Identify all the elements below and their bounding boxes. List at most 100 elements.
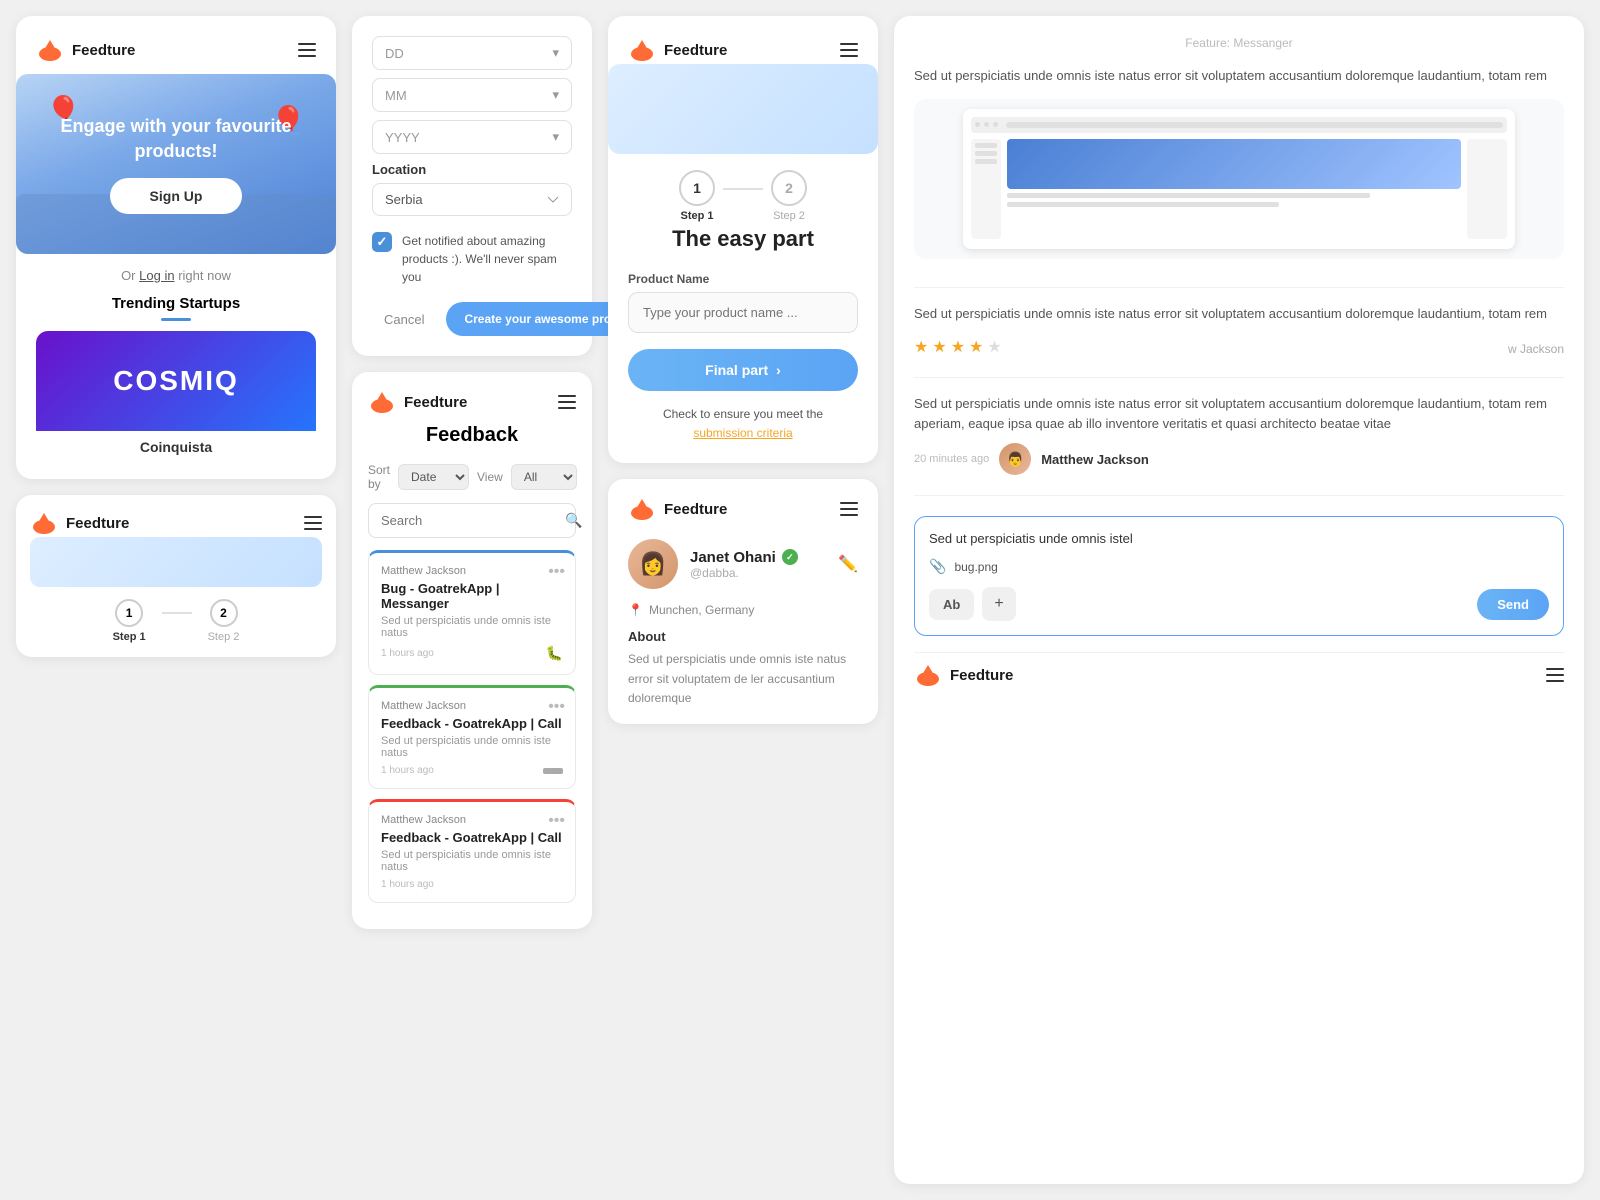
mm-dropdown[interactable]: MM ▾ — [372, 78, 572, 112]
mock-browser — [963, 109, 1516, 249]
sort-select[interactable]: Date Name — [398, 464, 469, 490]
more-dots-3[interactable]: ••• — [548, 812, 565, 830]
login-prompt: Or Log in right now — [36, 268, 316, 283]
view-label: View — [477, 470, 503, 484]
step-banner — [608, 64, 878, 154]
location-select[interactable]: Serbia Germany France — [372, 183, 572, 216]
profile-logo: Feedture — [628, 495, 858, 523]
location-pin-icon: 📍 — [628, 603, 643, 617]
step-logo: Feedture — [628, 36, 858, 64]
filter-row: Sort by Date Name View All Bugs — [368, 463, 576, 491]
feedback-menu-button[interactable] — [558, 395, 576, 409]
reviewer-name-3: Matthew Jackson — [1041, 452, 1149, 467]
feedback-desc-1: Sed ut perspiciatis unde omnis iste natu… — [381, 615, 563, 639]
ab-button[interactable]: Ab — [929, 589, 974, 620]
footer-logo-text: Feedture — [950, 667, 1013, 684]
cancel-button[interactable]: Cancel — [372, 304, 436, 335]
profile-menu-button[interactable] — [840, 502, 858, 516]
form-card: DD ▾ MM ▾ YYYY ▾ Location Serbia Germany… — [352, 16, 592, 356]
search-input[interactable] — [381, 513, 557, 528]
about-text: Sed ut perspiciatis unde omnis iste natu… — [628, 650, 858, 708]
dd-dropdown[interactable]: DD ▾ — [372, 36, 572, 70]
feedback-author-3: Matthew Jackson — [381, 814, 563, 826]
edit-icon[interactable]: ✏️ — [838, 554, 858, 574]
send-button[interactable]: Send — [1477, 589, 1549, 620]
feedback-meta-1: 1 hours ago 🐛 — [381, 645, 563, 662]
review-3-text: Sed ut perspiciatis unde omnis iste natu… — [914, 394, 1564, 436]
view-select[interactable]: All Bugs — [511, 464, 577, 490]
easy-part-heading: The easy part — [628, 226, 858, 252]
mini-step-label-2: Step 2 — [208, 631, 240, 643]
notification-text: Get notified about amazing products :). … — [402, 232, 572, 286]
mini-step-circle-2: 2 — [210, 599, 238, 627]
step-2-label: Step 2 — [771, 210, 807, 222]
search-icon: 🔍 — [565, 512, 582, 529]
chat-attachment: 📎 bug.png — [929, 558, 1549, 575]
mini-menu-button[interactable] — [304, 516, 322, 530]
reviewer-avatar-3: 👨 — [999, 443, 1031, 475]
notification-checkbox[interactable] — [372, 232, 392, 252]
notification-checkbox-row: Get notified about amazing products :). … — [372, 232, 572, 286]
profile-top: 👩 Janet Ohani ✓ @dabba. ✏️ — [628, 539, 858, 589]
startup-card[interactable]: COSMIQ Coinquista — [36, 331, 316, 459]
signup-button[interactable]: Sign Up — [110, 178, 243, 214]
feedback-item-1[interactable]: ••• Matthew Jackson Bug - GoatrekApp | M… — [368, 550, 576, 675]
more-dots-2[interactable]: ••• — [548, 698, 565, 716]
hero-headline: Engage with your favourite products! — [16, 114, 336, 164]
yyyy-dropdown[interactable]: YYYY ▾ — [372, 120, 572, 154]
footer-logo: Feedture — [914, 661, 1013, 689]
reviewer-name-2: w Jackson — [1508, 342, 1564, 356]
review-image — [914, 99, 1564, 259]
feedback-card: Feedture Feedback Sort by Date Name View… — [352, 372, 592, 929]
feedback-meta-3: 1 hours ago — [381, 879, 563, 890]
profile-handle: @dabba. — [690, 566, 838, 580]
profile-info: Janet Ohani ✓ @dabba. — [690, 549, 838, 580]
feedback-title-3: Feedback - GoatrekApp | Call — [381, 830, 563, 845]
review-3-time: 20 minutes ago — [914, 453, 989, 465]
step-logo-icon — [628, 36, 656, 64]
trending-title: Trending Startups — [36, 295, 316, 312]
step-connector — [723, 188, 763, 190]
search-bar[interactable]: 🔍 — [368, 503, 576, 538]
feedback-item-3[interactable]: ••• Matthew Jackson Feedback - GoatrekAp… — [368, 799, 576, 903]
mini-step-1: 1 Step 1 — [113, 599, 146, 643]
browser-bar — [971, 117, 1508, 133]
mini-step-row: 1 Step 1 2 Step 2 — [30, 599, 322, 643]
step-card: Feedture 1 Step 1 2 Step 2 The easy part — [608, 16, 878, 463]
avatar: 👩 — [628, 539, 678, 589]
product-name-label: Product Name — [628, 272, 858, 286]
review-2-text: Sed ut perspiciatis unde omnis iste natu… — [914, 304, 1564, 325]
plus-button[interactable]: + — [982, 587, 1015, 621]
star-5: ★ — [987, 337, 1001, 357]
mini-step-banner — [30, 537, 322, 587]
mini-step-connector — [162, 612, 192, 614]
feedback-author-1: Matthew Jackson — [381, 565, 563, 577]
login-link[interactable]: Log in — [139, 268, 174, 283]
footer-menu-button[interactable] — [1546, 668, 1564, 682]
review-3-meta: 20 minutes ago 👨 Matthew Jackson — [914, 443, 1564, 475]
step-menu-button[interactable] — [840, 43, 858, 57]
submission-criteria-link[interactable]: submission criteria — [693, 426, 792, 440]
chat-message-text: Sed ut perspiciatis unde omnis istel — [929, 531, 1549, 546]
review-1-section: Sed ut perspiciatis unde omnis iste natu… — [914, 66, 1564, 288]
sort-label: Sort by — [368, 463, 390, 491]
footer: Feedture — [914, 652, 1564, 689]
review-1-text: Sed ut perspiciatis unde omnis iste natu… — [914, 66, 1564, 87]
menu-button[interactable] — [298, 43, 316, 57]
more-dots-1[interactable]: ••• — [548, 563, 565, 581]
star-2: ★ — [932, 337, 946, 357]
step-indicators: 1 Step 1 2 Step 2 — [628, 170, 858, 222]
profile-logo-text: Feedture — [664, 501, 727, 518]
feedback-item-2[interactable]: ••• Matthew Jackson Feedback - GoatrekAp… — [368, 685, 576, 789]
step-1-indicator: 1 Step 1 — [679, 170, 715, 222]
feedback-logo: Feedture — [368, 388, 576, 416]
column-1: Feedture 🎈 🎈 Engage with your favourite … — [16, 16, 336, 1184]
feedback-logo-text: Feedture — [404, 394, 467, 411]
profile-details: 👩 Janet Ohani ✓ @dabba. ✏️ 📍 Munchen, Ge… — [628, 539, 858, 708]
profile-location: 📍 Munchen, Germany — [628, 603, 858, 617]
stars-row: ★ ★ ★ ★ ★ — [914, 337, 1002, 357]
profile-name: Janet Ohani ✓ — [690, 549, 838, 566]
product-name-input[interactable] — [628, 292, 858, 333]
final-part-button[interactable]: Final part › — [628, 349, 858, 391]
verified-badge: ✓ — [782, 549, 798, 565]
